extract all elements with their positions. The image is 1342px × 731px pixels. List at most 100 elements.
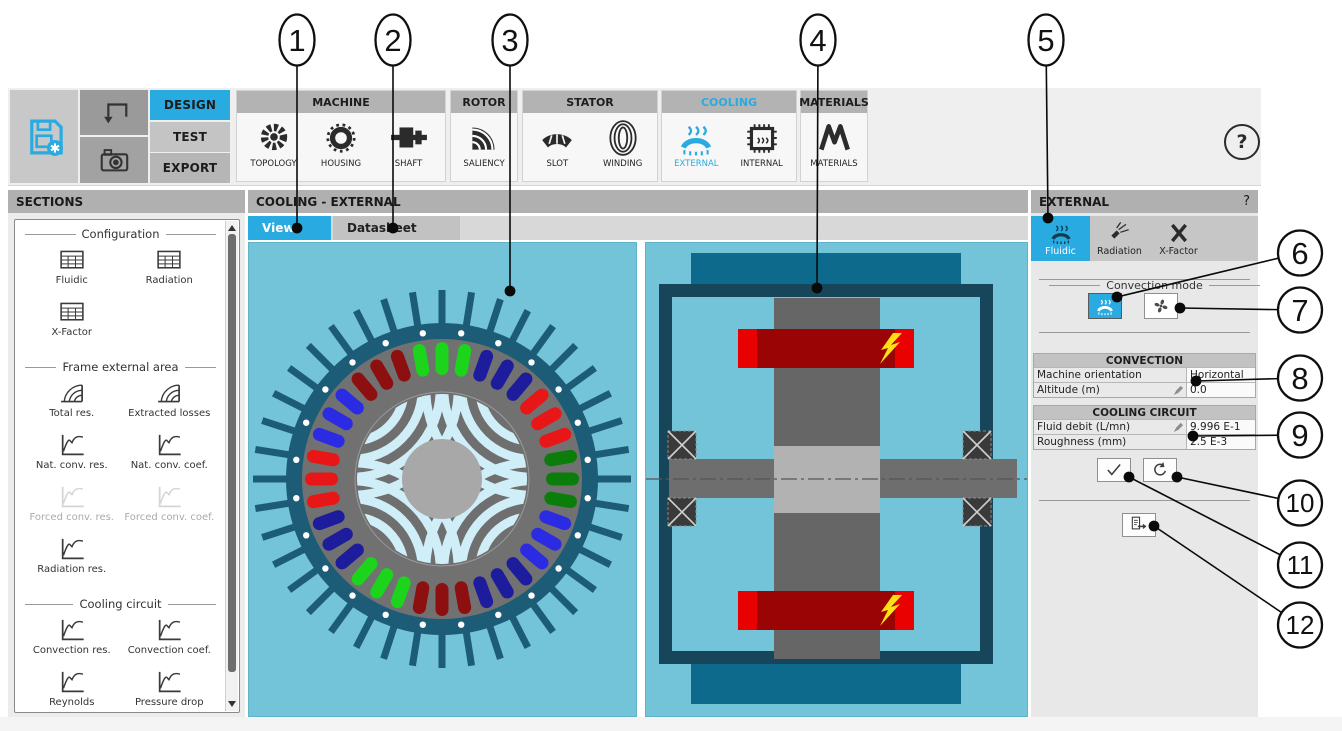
nav-test-button[interactable]: TEST (150, 121, 230, 152)
nav-design-button[interactable]: DESIGN (150, 90, 230, 120)
external-tab-radiation[interactable]: Radiation (1090, 216, 1149, 261)
sidebar-scrollbar[interactable] (225, 221, 238, 711)
nav-export-button[interactable]: EXPORT (150, 153, 230, 183)
toolbar-item-external[interactable]: EXTERNAL (665, 119, 727, 169)
table-title: COOLING CIRCUIT (1034, 406, 1255, 419)
app-root: DESIGN TEST EXPORT MACHINE TOPOLOGY HOUSING S… (0, 0, 1342, 731)
pencil-icon (1173, 385, 1183, 395)
save-icon (30, 119, 63, 156)
toolbar-item-winding[interactable]: WINDING (592, 119, 654, 169)
external-tab-label: Radiation (1097, 245, 1142, 257)
svg-text:7: 7 (1291, 293, 1308, 328)
toolbar-item-slot[interactable]: SLOT (526, 119, 588, 169)
help-button[interactable]: ? (1224, 124, 1260, 160)
external-tab-x-factor[interactable]: X-Factor (1149, 216, 1208, 261)
internal-icon (746, 124, 777, 153)
table-icon (157, 250, 181, 269)
external-tab-label: X-Factor (1159, 245, 1198, 257)
convection-mode-legend: Convection mode (1049, 279, 1260, 292)
apply-button[interactable] (1097, 458, 1131, 482)
row-label: Roughness (mm) (1034, 435, 1186, 449)
callout-5: 5 (1027, 13, 1065, 67)
export-icon (1131, 516, 1147, 530)
section-item-radiation[interactable]: Radiation (121, 243, 219, 295)
toolbar-item-shaft[interactable]: SHAFT (378, 119, 440, 169)
main-tabstrip: View Datasheet (248, 216, 1028, 240)
svg-text:10: 10 (1286, 488, 1315, 518)
scroll-down-icon[interactable] (228, 701, 236, 707)
section-item-nat-conv-coef[interactable]: Nat. conv. coef. (121, 428, 219, 480)
shaft-icon (390, 127, 427, 148)
group-header: COOLING (662, 91, 796, 113)
table-row: Altitude (m) 0.0 (1034, 382, 1255, 397)
row-value: Horizontal (1186, 368, 1255, 382)
section-item-pressure-drop[interactable]: Pressure drop (121, 665, 219, 712)
svg-text:4: 4 (809, 23, 826, 58)
toolbar-item-saliency[interactable]: SALIENCY (453, 119, 515, 169)
row-value[interactable]: 0.0 (1186, 383, 1255, 397)
svg-text:2: 2 (384, 23, 401, 58)
section-item-x-factor[interactable]: X-Factor (23, 295, 121, 347)
edit-icon (1173, 422, 1183, 432)
external-tabs: Fluidic Radiation X-Factor (1031, 216, 1258, 261)
section-item-extracted-losses[interactable]: Extracted losses (121, 376, 219, 428)
table-cooling-circuit: COOLING CIRCUIT Fluid debit (L/mn) 9.996 E… (1033, 405, 1256, 450)
section-item-convection-coef[interactable]: Convection coef. (121, 613, 219, 665)
section-item-reynolds[interactable]: Reynolds (23, 665, 121, 712)
toolbar-group-stator: STATOR SLOT WINDING (522, 90, 658, 182)
toolbar-item-topology[interactable]: TOPOLOGY (243, 119, 305, 169)
radiation-icon (1110, 221, 1129, 239)
panel-help-icon[interactable]: ? (1243, 194, 1250, 209)
divider (1039, 500, 1250, 501)
save-button[interactable] (10, 90, 78, 183)
scrollbar-thumb[interactable] (228, 234, 236, 672)
slot-icon (542, 134, 573, 148)
svg-text:11: 11 (1287, 550, 1314, 580)
table-row: Machine orientation Horizontal (1034, 367, 1255, 382)
group-header: MATERIALS (799, 91, 869, 113)
table-row: Fluid debit (L/mn) 9.996 E-1 (1034, 419, 1255, 434)
section-legend: Cooling circuit (25, 597, 216, 611)
toolbar-group-materials: MATERIALS MATERIALS (799, 90, 869, 182)
callout-3: 3 (491, 13, 529, 67)
toolbar-item-internal[interactable]: INTERNAL (731, 119, 793, 169)
scroll-up-icon[interactable] (228, 225, 236, 231)
restore-button[interactable] (1143, 458, 1177, 482)
section-item-convection-res[interactable]: Convection res. (23, 613, 121, 665)
toolbar-item-label: INTERNAL (740, 159, 783, 169)
toolbar-group-cooling: COOLING EXTERNAL INTERNAL (661, 90, 797, 182)
curve-icon (159, 671, 181, 693)
toolbar-item-label: HOUSING (320, 159, 362, 169)
toolbar-group-rotor: ROTOR SALIENCY (450, 90, 518, 182)
snapshot-button[interactable] (80, 137, 148, 183)
heat-icon (1097, 299, 1113, 316)
heat-icon (1050, 224, 1071, 244)
tab-datasheet[interactable]: Datasheet (333, 216, 460, 240)
pencil-icon (1173, 422, 1183, 432)
toolbar-group-machine: MACHINE TOPOLOGY HOUSING SHAFT (236, 90, 446, 182)
housing-icon (326, 123, 356, 153)
toolbar-item-housing[interactable]: HOUSING (310, 119, 372, 169)
section-item-fluidic[interactable]: Fluidic (23, 243, 121, 295)
undo-icon (104, 102, 128, 123)
external-tab-fluidic[interactable]: Fluidic (1031, 216, 1090, 261)
svg-text:5: 5 (1037, 23, 1054, 58)
tab-view[interactable]: View (248, 216, 331, 240)
bottom-strip (0, 717, 1342, 731)
toolbar-item-materials[interactable]: MATERIALS (803, 119, 865, 169)
callout-11: 11 (1276, 541, 1324, 589)
section-item-nat-conv-res[interactable]: Nat. conv. res. (23, 428, 121, 480)
section-item-total-res[interactable]: Total res. (23, 376, 121, 428)
callout-8: 8 (1276, 354, 1324, 402)
forced-convection-button[interactable] (1144, 293, 1178, 319)
axial-view[interactable] (645, 242, 1028, 717)
natural-convection-button[interactable] (1088, 293, 1122, 319)
undo-button[interactable] (80, 90, 148, 135)
svg-text:12: 12 (1286, 610, 1315, 640)
section-item-radiation-res[interactable]: Radiation res. (23, 532, 121, 584)
radial-view[interactable] (248, 242, 637, 717)
check-icon (1107, 463, 1121, 476)
row-value[interactable]: 9.996 E-1 (1186, 420, 1255, 434)
export-button[interactable] (1122, 513, 1156, 537)
callout-6: 6 (1276, 229, 1324, 277)
